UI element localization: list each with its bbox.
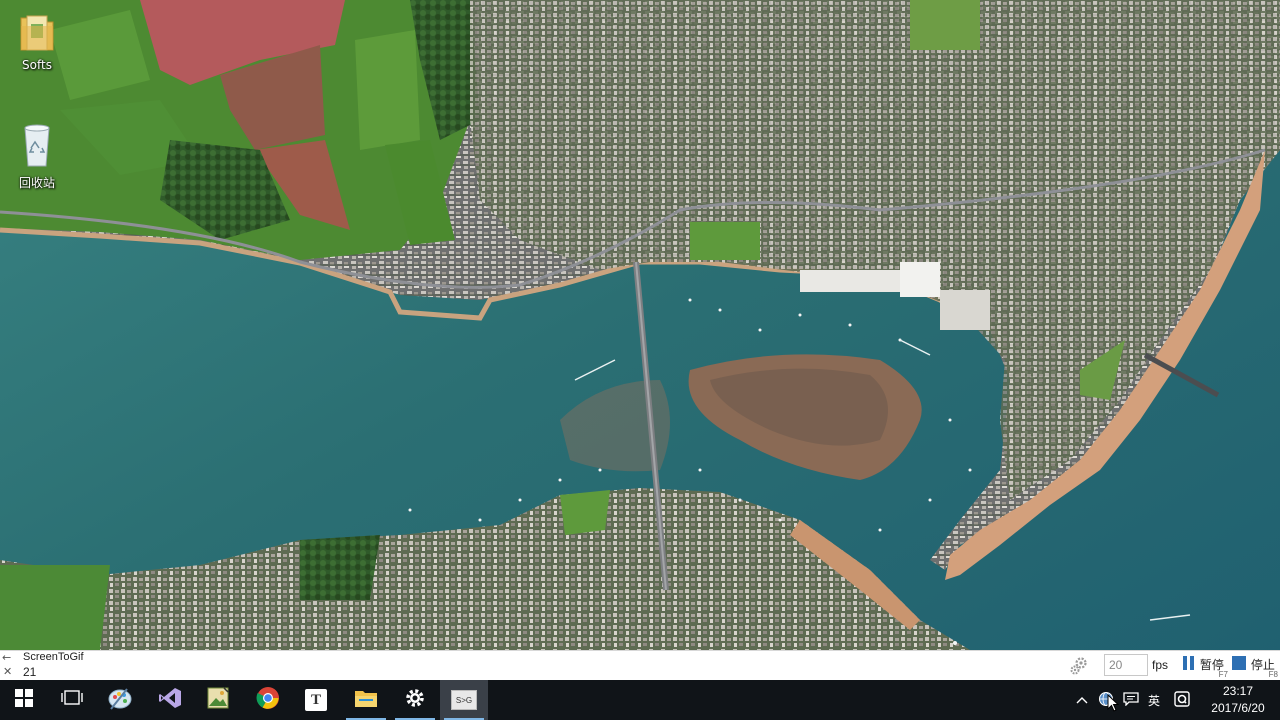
clock-date: 2017/6/20 <box>1211 701 1265 715</box>
recorder-settings-gear-icon[interactable] <box>1068 655 1090 677</box>
stop-button[interactable]: 停止 F8 <box>1232 656 1278 679</box>
screen-recorder-icon: S>G <box>451 690 477 710</box>
taskbar-app-typora[interactable]: T <box>292 680 340 720</box>
desktop-icon-softs[interactable]: Softs <box>2 12 72 72</box>
typora-icon: T <box>305 689 327 711</box>
taskbar-app-image-editor[interactable] <box>194 680 242 720</box>
recorder-app-title: ScreenToGif <box>23 651 84 663</box>
chrome-icon <box>256 686 280 714</box>
taskbar-app-settings[interactable] <box>391 680 439 720</box>
recorder-frame-count: 21 <box>23 665 37 679</box>
recycle-bin-icon <box>17 122 57 167</box>
taskbar-app-visual-studio[interactable] <box>146 680 194 720</box>
chevron-up-icon <box>1076 693 1088 707</box>
tray-qq[interactable] <box>1170 680 1194 720</box>
taskbar-app-chrome[interactable] <box>244 680 292 720</box>
clock-time: 23:17 <box>1222 684 1254 698</box>
task-view-button[interactable] <box>48 680 96 720</box>
folder-icon <box>354 687 378 713</box>
close-icon[interactable]: ✕ <box>3 665 12 679</box>
gear-icon <box>404 687 426 713</box>
ime-label: 英 <box>1147 693 1160 708</box>
screentogif-glyph: S>G <box>455 695 473 705</box>
recorder-window-controls: ← ✕ <box>2 651 18 681</box>
tray-ime-indicator[interactable]: 英 <box>1144 680 1164 720</box>
tray-notifications[interactable] <box>1120 680 1142 720</box>
qq-icon <box>1174 690 1190 710</box>
stop-shortcut: F8 <box>1268 670 1278 679</box>
pause-icon <box>1182 656 1196 673</box>
desktop-icon-recycle-bin[interactable]: 回收站 <box>2 122 72 191</box>
fps-label: fps <box>1152 658 1169 672</box>
pause-button[interactable]: 暂停 F7 <box>1182 656 1228 679</box>
back-arrow-icon[interactable]: ← <box>2 651 11 665</box>
desktop-icon-label: Softs <box>22 58 52 72</box>
paint-palette-icon <box>107 685 133 715</box>
visual-studio-icon <box>158 686 182 714</box>
fps-input[interactable] <box>1104 654 1148 676</box>
taskbar-app-screentogif[interactable]: S>G <box>440 680 488 720</box>
windows-start-icon <box>15 689 33 711</box>
taskbar: T S>G 英 23:17 2017/6/20 <box>0 680 1280 720</box>
desktop-screen: Softs 回收站 ← ✕ ScreenToGif 21 20 fps 暂停 F… <box>0 0 1280 720</box>
screentogif-recorder-bar: ← ✕ ScreenToGif 21 fps 暂停 F7 <box>0 650 1280 680</box>
desktop-wallpaper <box>0 0 1280 720</box>
image-editor-icon <box>206 686 230 714</box>
typora-glyph: T <box>310 691 321 708</box>
taskbar-app-file-explorer[interactable] <box>342 680 390 720</box>
folder-archive-icon <box>17 12 57 56</box>
taskbar-clock[interactable]: 23:17 2017/6/20 <box>1196 683 1280 717</box>
start-button[interactable] <box>0 680 48 720</box>
desktop-icon-label: 回收站 <box>18 176 55 190</box>
message-icon <box>1123 691 1139 709</box>
task-view-icon <box>61 690 83 710</box>
stop-icon <box>1232 656 1247 673</box>
taskbar-app-paint[interactable] <box>96 680 144 720</box>
mouse-cursor-icon <box>1107 693 1120 712</box>
show-hidden-icons-button[interactable] <box>1072 680 1092 720</box>
pause-shortcut: F7 <box>1218 670 1228 679</box>
